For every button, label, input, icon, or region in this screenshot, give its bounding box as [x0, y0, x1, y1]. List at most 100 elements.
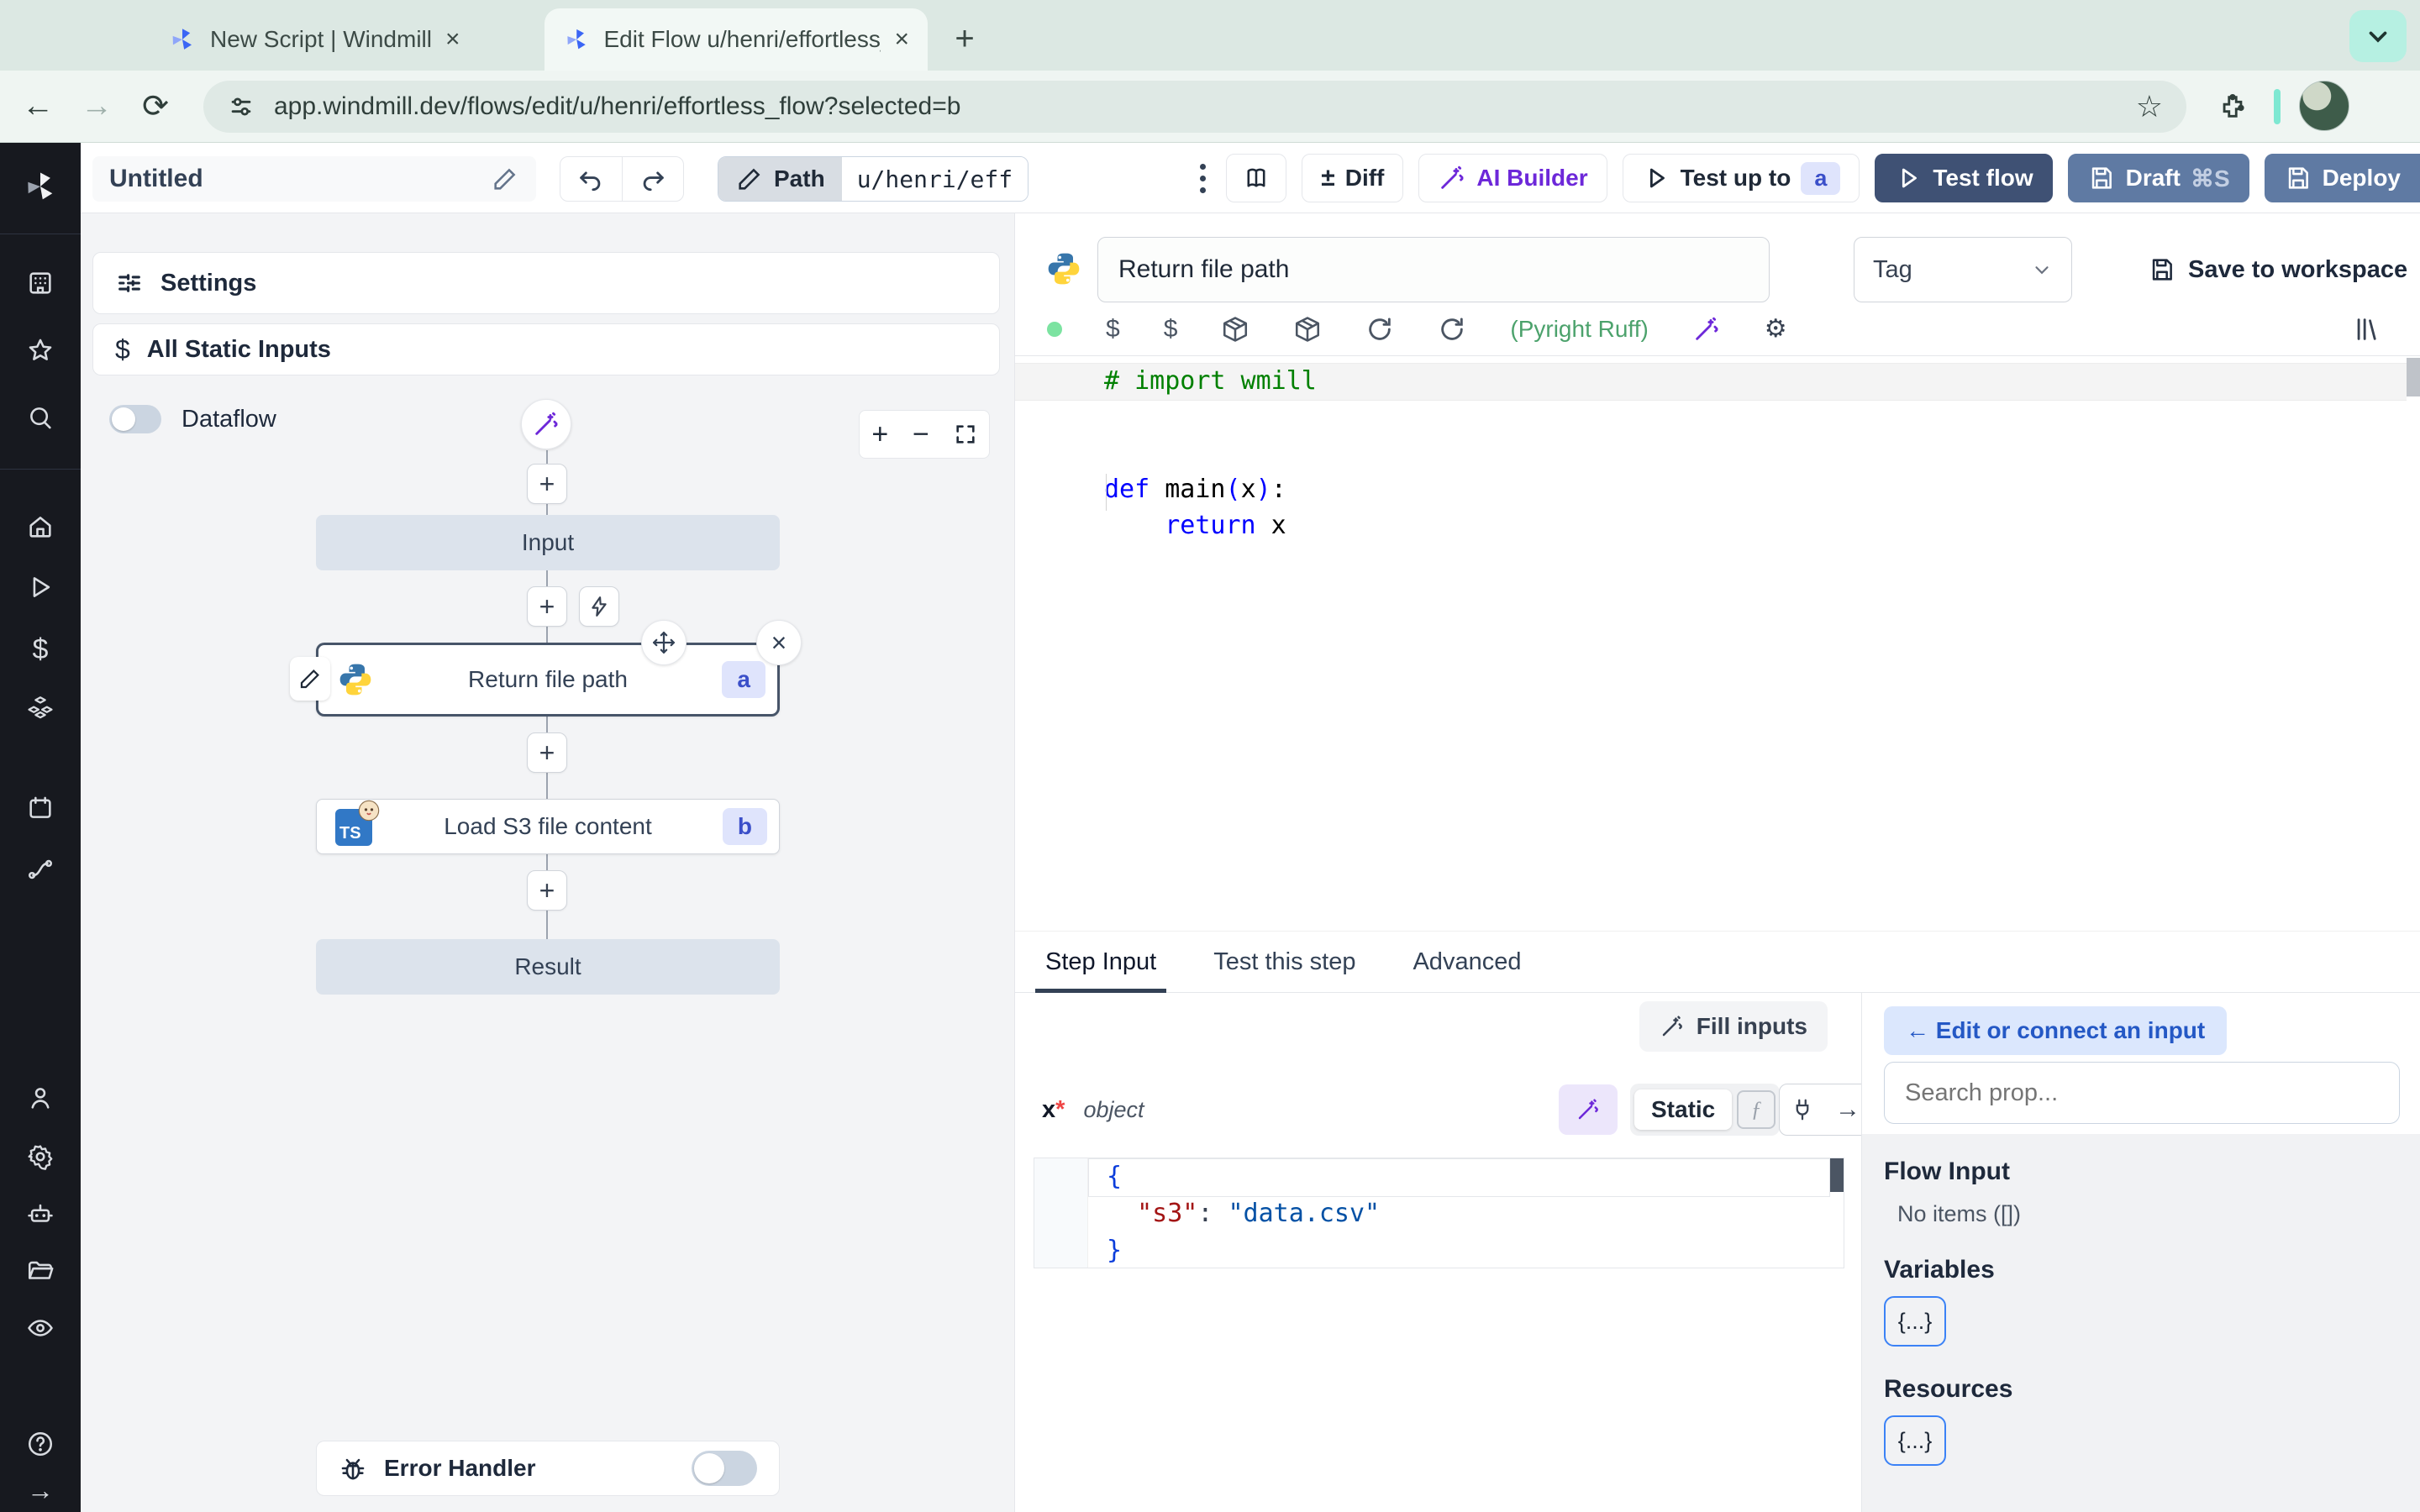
zoom-in-icon[interactable]: +	[871, 418, 888, 451]
input-node[interactable]: Input	[316, 515, 780, 570]
runs-icon[interactable]	[0, 573, 81, 601]
json-scrollbar[interactable]	[1830, 1158, 1844, 1192]
lint-status[interactable]: (Pyright Ruff)	[1510, 316, 1648, 343]
insert-step-top-button[interactable]: +	[527, 464, 567, 504]
insert-step-button[interactable]: +	[527, 732, 567, 773]
resource-picker-icon[interactable]: $	[1164, 315, 1178, 344]
code-editor[interactable]: # import wmill def main(x): return x	[1015, 356, 2420, 931]
ai-fill-arg-button[interactable]	[1559, 1084, 1618, 1135]
workers-robot-icon[interactable]	[0, 1200, 81, 1228]
home-icon[interactable]	[0, 512, 81, 541]
resources-icon[interactable]	[0, 694, 81, 722]
editor-settings-gear-icon[interactable]: ⚙	[1765, 314, 1787, 344]
collapse-arrow-icon[interactable]: →	[0, 1475, 81, 1506]
plug-icon[interactable]	[1780, 1084, 1825, 1135]
back-icon[interactable]: ←	[8, 88, 67, 124]
draft-button[interactable]: Draft ⌘S	[2067, 154, 2249, 202]
error-handler-toggle[interactable]	[692, 1451, 757, 1486]
search-icon[interactable]	[0, 403, 81, 432]
result-node[interactable]: Result	[316, 939, 780, 995]
settings-gear-icon[interactable]	[0, 1142, 81, 1171]
path-button[interactable]: Path	[718, 157, 842, 201]
edit-pencil-icon	[739, 168, 760, 190]
profile-avatar[interactable]	[2299, 81, 2349, 131]
users-icon[interactable]	[0, 1084, 81, 1112]
ai-wand-icon[interactable]	[1692, 315, 1721, 344]
dataflow-toggle[interactable]	[109, 405, 161, 433]
favorites-star-icon[interactable]	[0, 336, 81, 365]
step-b-node[interactable]: TS Load S3 file content b	[316, 799, 780, 854]
tag-select[interactable]: Tag	[1854, 237, 2072, 302]
test-flow-button[interactable]: Test flow	[1875, 154, 2053, 202]
more-options-icon[interactable]	[1200, 163, 1207, 193]
new-tab-button[interactable]: +	[941, 15, 988, 62]
reload-icon[interactable]: ⟳	[126, 87, 185, 125]
expression-mode-button[interactable]: ƒ	[1737, 1090, 1776, 1129]
package-icon[interactable]	[1293, 315, 1322, 344]
insert-step-bottom-button[interactable]: +	[527, 870, 567, 911]
docs-book-button[interactable]	[1226, 154, 1287, 202]
schedules-icon[interactable]	[0, 794, 81, 822]
delete-step-button[interactable]: ×	[756, 620, 802, 665]
browser-tab-edit-flow[interactable]: Edit Flow u/henri/effortless_fl ×	[544, 8, 928, 71]
static-mode-button[interactable]: Static	[1634, 1089, 1733, 1130]
folders-icon[interactable]	[0, 1257, 81, 1285]
windmill-favicon	[567, 29, 586, 50]
variables-icon[interactable]: $	[0, 633, 81, 666]
resources-expand-button[interactable]: {...}	[1884, 1415, 1946, 1466]
undo-button[interactable]	[560, 157, 622, 201]
browser-tab-new-script[interactable]: New Script | Windmill ×	[150, 8, 519, 71]
windmill-logo[interactable]	[0, 168, 81, 205]
trigger-bolt-button[interactable]	[579, 586, 619, 627]
tab-step-input[interactable]: Step Input	[1034, 933, 1167, 993]
path-widget[interactable]: Path u/henri/eff	[718, 156, 1029, 202]
tab-test-this-step[interactable]: Test this step	[1210, 933, 1359, 991]
site-settings-icon[interactable]	[227, 92, 255, 121]
library-icon[interactable]	[2353, 315, 2381, 344]
prop-search-input[interactable]	[1884, 1062, 2400, 1124]
save-to-workspace-button[interactable]: Save to workspace	[2148, 237, 2407, 302]
move-step-handle[interactable]	[641, 620, 687, 665]
json-arg-editor[interactable]: { "s3": "data.csv" }	[1034, 1158, 1844, 1268]
chrome-chevron-down-icon[interactable]	[2349, 10, 2407, 62]
bookmark-star-icon[interactable]: ☆	[2136, 89, 2163, 124]
edit-or-connect-button[interactable]: ← Edit or connect an input	[1884, 1006, 2228, 1055]
redo-button[interactable]	[621, 157, 684, 201]
insert-step-button[interactable]: +	[527, 586, 567, 627]
fill-inputs-button[interactable]: Fill inputs	[1639, 1001, 1828, 1052]
flow-settings-card[interactable]: Settings	[92, 252, 1000, 314]
help-icon[interactable]	[0, 1430, 81, 1458]
edit-step-pencil-chip[interactable]	[290, 657, 330, 701]
flow-title-field[interactable]: Untitled	[92, 156, 536, 202]
ai-flow-wand-button[interactable]	[521, 399, 571, 449]
step-name-input[interactable]	[1097, 237, 1770, 302]
step-a-node[interactable]: Return file path a ×	[290, 620, 802, 717]
fullscreen-icon[interactable]	[954, 423, 977, 446]
step-badge[interactable]: a	[1801, 161, 1841, 195]
package-icon[interactable]	[1221, 315, 1249, 344]
tab-advanced[interactable]: Advanced	[1409, 933, 1524, 991]
ai-builder-button[interactable]: AI Builder	[1418, 154, 1607, 202]
audit-eye-icon[interactable]	[0, 1314, 81, 1342]
zoom-out-icon[interactable]: −	[913, 418, 929, 451]
workspace-icon[interactable]	[0, 269, 81, 297]
edit-pencil-icon[interactable]	[491, 165, 519, 193]
reload-icon[interactable]	[1365, 315, 1394, 344]
variable-picker-icon[interactable]: $	[1106, 315, 1120, 344]
editor-scrollbar[interactable]	[2407, 358, 2420, 396]
extensions-puzzle-icon[interactable]	[2218, 92, 2247, 121]
url-bar[interactable]: app.windmill.dev/flows/edit/u/henri/effo…	[203, 81, 2186, 133]
tab-close-icon[interactable]: ×	[445, 27, 460, 52]
variables-expand-button[interactable]: {...}	[1884, 1296, 1946, 1347]
deploy-button[interactable]: Deploy	[2264, 154, 2420, 202]
test-up-to-button[interactable]: Test up to a	[1622, 154, 1860, 202]
diff-button[interactable]: ± Diff	[1302, 154, 1404, 202]
reload-icon[interactable]	[1438, 315, 1466, 344]
path-value[interactable]: u/henri/eff	[841, 157, 1028, 201]
flows-route-icon[interactable]	[0, 855, 81, 884]
save-icon	[2152, 259, 2172, 281]
forward-icon[interactable]: →	[67, 88, 126, 124]
error-handler-card[interactable]: Error Handler	[316, 1441, 780, 1496]
tab-close-icon[interactable]: ×	[894, 27, 909, 52]
all-static-inputs-card[interactable]: $ All Static Inputs	[92, 323, 1000, 375]
